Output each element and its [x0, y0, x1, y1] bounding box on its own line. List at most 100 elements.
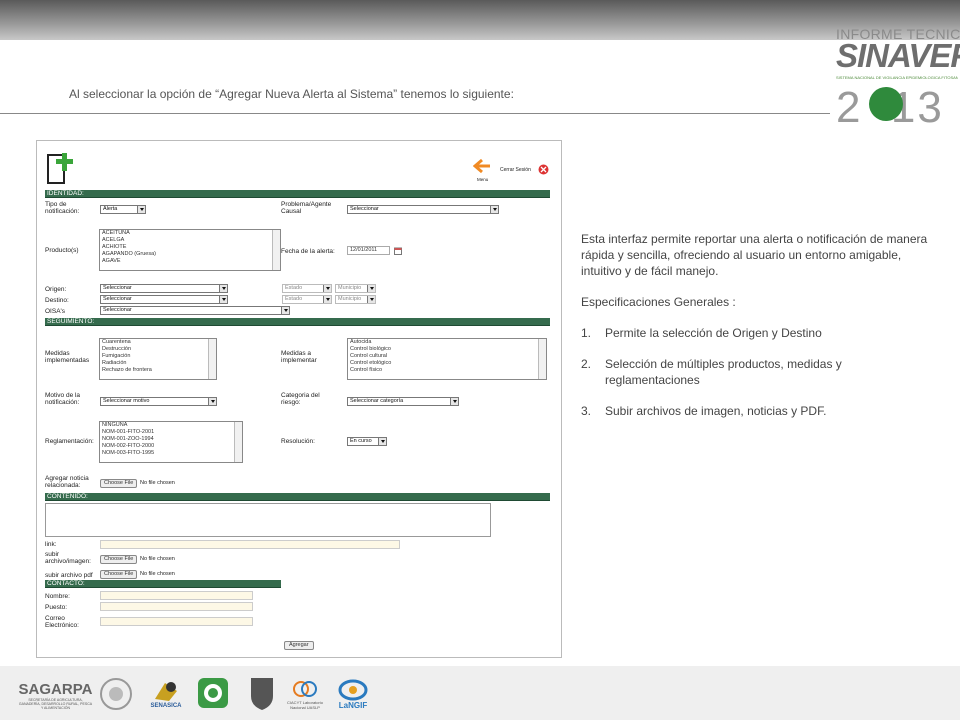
- list-item[interactable]: ACEITUNA: [102, 230, 280, 237]
- logout-link[interactable]: Cerrar Sesión: [500, 167, 531, 174]
- langif-logo: LaNGIF: [330, 674, 376, 714]
- ciacyt-text: CIACYT Laboratorio Nacional UASLP: [287, 700, 323, 710]
- origen-label: Origen:: [45, 286, 67, 293]
- runner-icon: [869, 87, 903, 121]
- scrollbar[interactable]: [208, 339, 216, 379]
- back-arrow-icon[interactable]: [473, 158, 491, 174]
- imagen-file-button[interactable]: Choose File: [100, 555, 138, 564]
- list-item[interactable]: Destrucción: [102, 346, 216, 353]
- link-input[interactable]: [100, 540, 400, 549]
- list-item[interactable]: NINGUNA: [102, 422, 242, 429]
- scrollbar[interactable]: [538, 339, 546, 379]
- list-item[interactable]: NOM-003-FITO-1995: [102, 450, 242, 457]
- list-item[interactable]: Fumigación: [102, 353, 216, 360]
- list-item[interactable]: NOM-002-FITO-2000: [102, 443, 242, 450]
- medidas-impl-label: Medidas implementadas: [45, 350, 90, 364]
- resolucion-label: Resolución:: [281, 438, 315, 445]
- pdf-file-button[interactable]: Choose File: [100, 570, 138, 579]
- fecha-input[interactable]: 12/01/2011: [347, 246, 390, 255]
- medidas-a-label: Medidas a implementar: [281, 350, 317, 364]
- list-item[interactable]: Control físico: [350, 367, 546, 374]
- motivo-select[interactable]: Seleccionar motivo: [100, 397, 217, 406]
- correo-input[interactable]: [100, 617, 253, 626]
- langif-icon: [338, 679, 368, 700]
- list-item[interactable]: Autocida: [350, 339, 546, 346]
- list-item[interactable]: Rechazo de frontera: [102, 367, 216, 374]
- sagarpa-subtitle: SECRETARÍA DE AGRICULTURA, GANADERÍA, DE…: [18, 697, 93, 710]
- medidas-a-list[interactable]: Autocida Control biológico Control cultu…: [347, 338, 547, 380]
- oisas-select[interactable]: Seleccionar: [100, 306, 290, 315]
- logo-sinavef: SINAVEF: [836, 37, 960, 74]
- tipo-select[interactable]: Alerta: [100, 205, 146, 214]
- ciacyt-logo: CIACYT Laboratorio Nacional UASLP: [283, 674, 327, 714]
- section-contenido: CONTENIDO:: [45, 493, 550, 501]
- menu-label[interactable]: Menu: [477, 176, 488, 183]
- senasica-icon: [155, 682, 177, 701]
- close-icon[interactable]: [538, 164, 549, 175]
- caption: Al seleccionar la opción de “Agregar Nue…: [69, 87, 514, 101]
- destino-select[interactable]: Seleccionar: [100, 295, 228, 304]
- section-seguimiento: SEGUIMIENTO:: [45, 318, 550, 326]
- medidas-impl-list[interactable]: Cuarentena Destrucción Fumigación Radiac…: [99, 338, 217, 380]
- resolucion-select[interactable]: En curso: [347, 437, 387, 446]
- destino-estado-select[interactable]: Estado: [282, 295, 332, 304]
- problema-select[interactable]: Seleccionar: [347, 205, 499, 214]
- calendar-icon[interactable]: [394, 247, 402, 255]
- add-document-icon[interactable]: [44, 151, 80, 187]
- intro-text: Esta interfaz permite reportar una alert…: [581, 232, 928, 278]
- noticia-file-button[interactable]: Choose File: [100, 479, 138, 488]
- list-item[interactable]: Control etológico: [350, 360, 546, 367]
- list-item[interactable]: NOM-001-ZOO-1994: [102, 436, 242, 443]
- destino-label: Destino:: [45, 297, 69, 304]
- reglamentacion-list[interactable]: NINGUNA NOM-001-FITO-2001 NOM-001-ZOO-19…: [99, 421, 243, 463]
- origen-estado-select[interactable]: Estado: [282, 284, 332, 293]
- motivo-label: Motivo de la notificación:: [45, 392, 81, 406]
- list-item[interactable]: AGAPANDO (Gruesa): [102, 251, 280, 258]
- nombre-input[interactable]: [100, 591, 253, 600]
- origen-municipio-select[interactable]: Municipio: [335, 284, 376, 293]
- list-item: 3. Subir archivos de imagen, noticias y P…: [581, 404, 827, 418]
- imagen-label: subir archivo/imagen:: [45, 551, 91, 565]
- senasica-logo: SENASICA: [146, 674, 186, 714]
- scrollbar[interactable]: [272, 230, 280, 270]
- agregar-button[interactable]: Agregar: [284, 641, 314, 650]
- sagarpa-text: SAGARPA: [18, 680, 93, 698]
- list-item[interactable]: NOM-001-FITO-2001: [102, 429, 242, 436]
- sinavef-logo: INFORME TECNICO SINAVEF SISTEMA NACIONAL…: [836, 22, 960, 132]
- tipo-label: Tipo de notificación:: [45, 201, 80, 215]
- list-item[interactable]: ACHIOTE: [102, 244, 280, 251]
- list-item[interactable]: Cuarentena: [102, 339, 216, 346]
- productos-label: Producto(s): [45, 247, 79, 254]
- section-contacto: CONTACTO:: [45, 580, 281, 588]
- list-item[interactable]: AGAVE: [102, 258, 280, 265]
- fecha-label: Fecha de la alerta:: [281, 248, 335, 255]
- destino-municipio-select[interactable]: Municipio: [335, 295, 376, 304]
- origen-select[interactable]: Seleccionar: [100, 284, 228, 293]
- puesto-input[interactable]: [100, 602, 253, 611]
- imagen-file-status: No file chosen: [140, 556, 175, 562]
- pdf-file-status: No file chosen: [140, 571, 175, 577]
- list-item: 1. Permite la selección de Origen y Desti…: [581, 326, 822, 340]
- list-item[interactable]: Control biológico: [350, 346, 546, 353]
- sinavef-badge-icon: [198, 678, 228, 708]
- langif-text: LaNGIF: [338, 700, 368, 710]
- problema-label: Problema/Agente Causal: [281, 201, 332, 215]
- footer: [0, 666, 960, 720]
- senasica-text: SENASICA: [150, 703, 182, 709]
- list-item: 2. Selección de múltiples productos, medi…: [581, 357, 842, 387]
- ciacyt-icon: [293, 681, 317, 697]
- list-item[interactable]: Control cultural: [350, 353, 546, 360]
- list-item[interactable]: ACELGA: [102, 237, 280, 244]
- categoria-select[interactable]: Seleccionar categoría: [347, 397, 459, 406]
- spec-list: 1. Permite la selección de Origen y Desti…: [581, 325, 931, 419]
- slide: INFORME TECNICO SINAVEF SISTEMA NACIONAL…: [0, 0, 960, 720]
- mexico-seal-icon: [100, 678, 132, 710]
- university-shield-icon: [251, 678, 273, 710]
- contenido-textarea[interactable]: [45, 503, 491, 537]
- list-item[interactable]: Radiación: [102, 360, 216, 367]
- correo-label: Correo Electrónico:: [45, 615, 79, 629]
- scrollbar[interactable]: [234, 422, 242, 462]
- reglamentacion-label: Reglamentación:: [45, 438, 94, 445]
- productos-list[interactable]: ACEITUNA ACELGA ACHIOTE AGAPANDO (Gruesa…: [99, 229, 281, 271]
- noticia-label: Agregar noticia relacionada:: [45, 475, 89, 489]
